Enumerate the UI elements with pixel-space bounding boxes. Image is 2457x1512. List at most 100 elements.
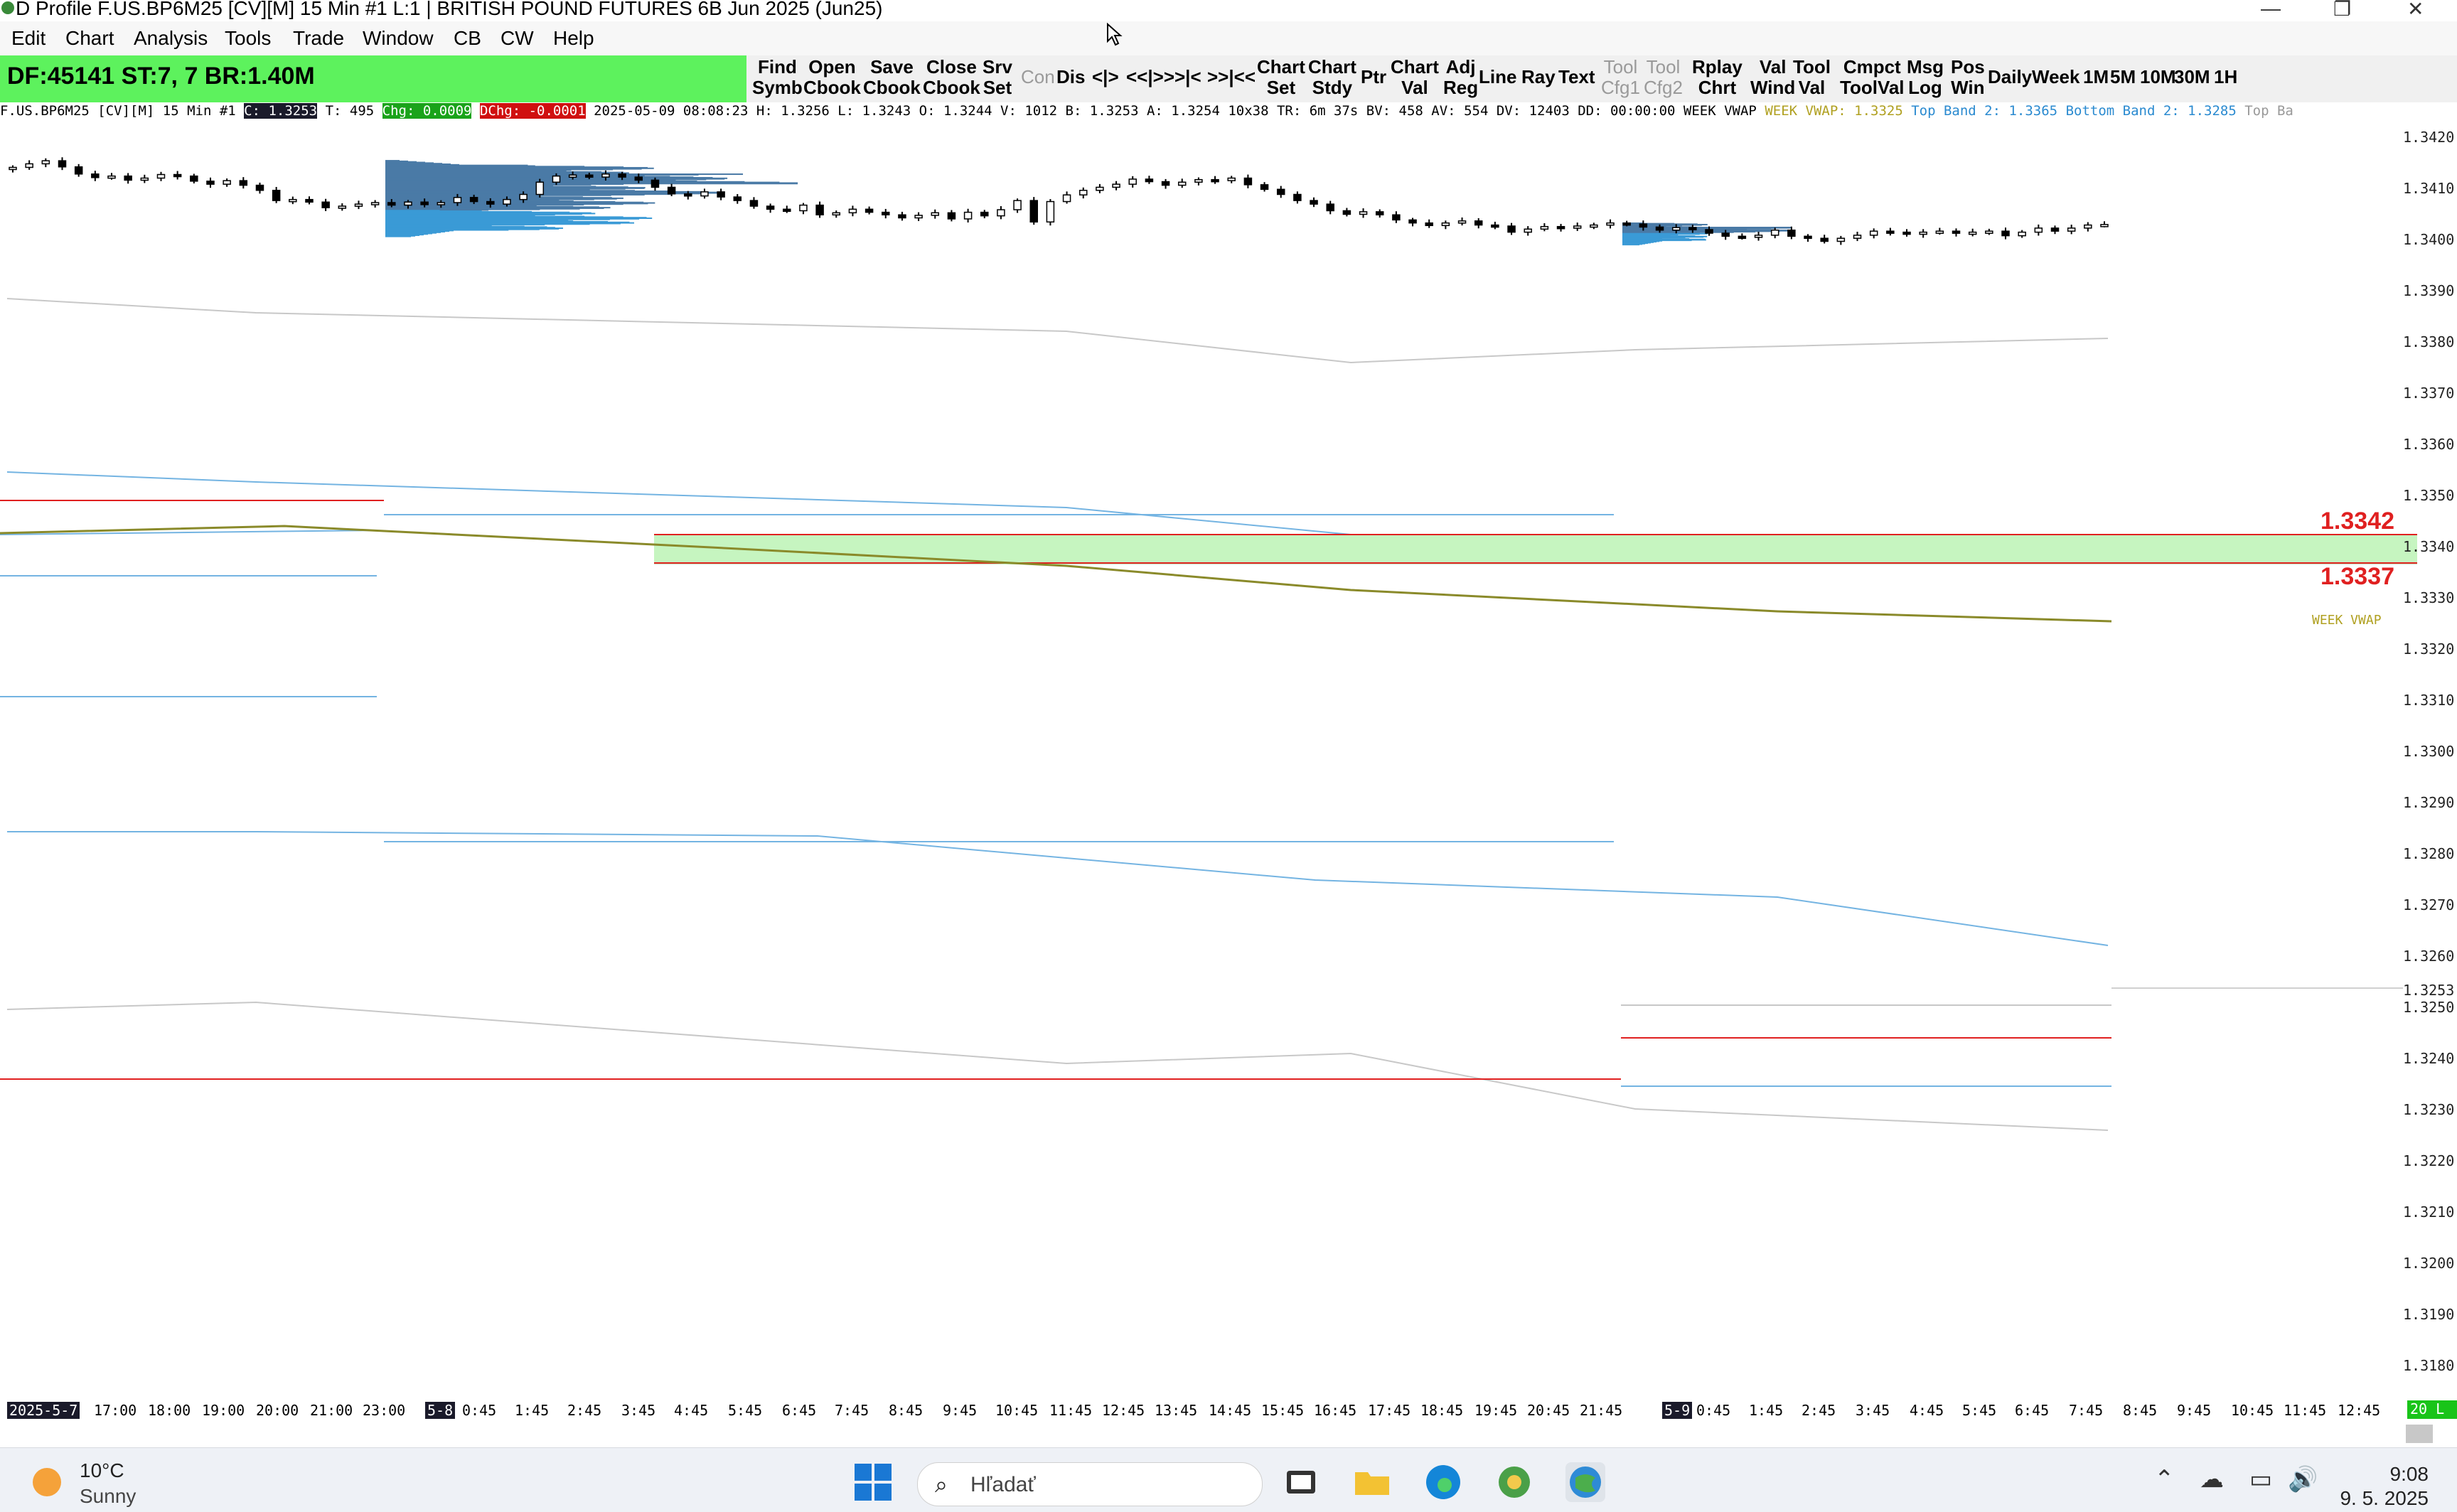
close-button[interactable]: ✕ [2407,0,2424,21]
menu-cb[interactable]: CB [454,27,481,50]
candle-bullish [1457,220,1467,224]
toolbar-button[interactable]: Chart Stdy [1308,57,1356,98]
menu-trade[interactable]: Trade [293,27,344,50]
time-label: 19:00 [202,1402,245,1419]
toolbar-button[interactable]: Rplay Chrt [1692,57,1743,98]
toolbar-button-label: 5M [2110,66,2136,87]
toolbar-button[interactable]: Open Cbook [803,57,861,98]
toolbar-button[interactable]: <|> [1092,67,1119,87]
time-label: 10:45 [2231,1402,2274,1419]
toolbar-button[interactable]: Daily [1988,67,2032,87]
candle-bearish [420,201,429,205]
toolbar-button-label: Reg [1443,77,1479,98]
window-title: D Profile F.US.BP6M25 [CV][M] 15 Min #1 … [16,0,883,19]
toolbar-button[interactable]: Srv Set [983,57,1012,98]
toolbar-button[interactable]: >>|<< [1207,67,1256,87]
toolbar-button[interactable]: Chart Set [1257,57,1305,98]
price-label: 1.3340 [2403,538,2454,555]
candle-bearish [1507,225,1516,233]
edge-browser-icon[interactable] [1423,1462,1463,1502]
task-view-icon[interactable] [1281,1462,1321,1502]
toolbar-button[interactable]: 1M [2083,67,2109,87]
mouse-cursor-icon [1107,23,1123,46]
toolbar-button[interactable]: Tool Cfg1 [1601,57,1640,98]
time-axis: 2025-5-7 17:00 18:00 19:00 20:00 21:00 23:00 5-… [0,1400,2457,1423]
menu-edit[interactable]: Edit [11,27,46,50]
toolbar-button[interactable]: Dis [1056,67,1085,87]
candle-bearish [486,200,495,205]
time-label: 2:45 [567,1402,602,1419]
file-explorer-icon[interactable] [1352,1462,1392,1502]
toolbar-button[interactable]: Text [1558,67,1595,87]
toolbar-button[interactable]: Cmpct ToolVal [1840,57,1905,98]
menu-tools[interactable]: Tools [225,27,271,50]
price-chart[interactable]: 1.3420 1.3410 1.3400 1.3390 1.3380 1.337… [0,121,2457,1400]
price-label: 1.3330 [2403,589,2454,606]
time-label: 9:45 [2177,1402,2212,1419]
cloud-icon[interactable]: ☁ [2200,1465,2224,1494]
time-label: 12:45 [2338,1402,2381,1419]
toolbar-button[interactable]: Ray [1521,67,1556,87]
toolbar-button[interactable]: 1H [2214,67,2237,87]
toolbar-button-label: Pos [1951,56,1985,77]
weather-temp[interactable]: 10°C [80,1459,124,1482]
toolbar-button[interactable]: Find Symb [752,57,803,98]
time-label: 1:45 [1749,1402,1784,1419]
minimize-button[interactable]: — [2261,0,2281,20]
toolbar-button[interactable]: 5M [2110,67,2136,87]
sierra-chart-icon[interactable] [1565,1462,1605,1502]
toolbar-button[interactable]: Week [2032,67,2079,87]
toolbar-button[interactable]: 10M [2140,67,2176,87]
candle-bearish [618,173,626,178]
toolbar-button[interactable]: Line [1479,67,1516,87]
candle-bearish [1804,235,1812,240]
toolbar-button-label: Chart [1391,56,1439,77]
windows-start-icon[interactable] [853,1462,893,1502]
toolbar-button[interactable]: Pos Win [1951,57,1985,98]
toolbar-button[interactable]: Close Cbook [923,57,980,98]
toolbar-button[interactable]: >|< [1174,67,1201,87]
weather-condition[interactable]: Sunny [80,1485,136,1508]
search-box[interactable]: ⌕ Hľadať [917,1462,1263,1506]
sun-icon[interactable] [33,1468,61,1496]
trading-app-icon[interactable] [1494,1462,1534,1502]
candle-bearish [2001,230,2010,237]
candle-bullish [848,208,857,214]
info-details: 2025-05-09 08:08:23 H: 1.3256 L: 1.3243 … [585,103,1765,119]
candle-bullish [914,215,923,219]
search-placeholder: Hľadať [970,1473,1036,1496]
candle-bearish [1326,203,1334,212]
menu-help[interactable]: Help [553,27,594,50]
volume-icon[interactable]: 🔊 [2288,1465,2318,1494]
chevron-up-icon[interactable]: ⌃ [2154,1465,2175,1494]
menu-analysis[interactable]: Analysis [134,27,208,50]
network-icon[interactable]: ▭ [2249,1465,2272,1494]
toolbar-button[interactable]: Tool Val [1793,57,1831,98]
toolbar-button-label: Win [1951,77,1985,98]
toolbar-button-label: Save [870,56,914,77]
time-label: 12:45 [1102,1402,1145,1419]
restore-button[interactable]: ❐ [2333,0,2351,21]
menu-cw[interactable]: CW [500,27,534,50]
time-label: 21:00 [310,1402,353,1419]
toolbar-button[interactable]: Val Wind [1750,57,1795,98]
menu-window[interactable]: Window [363,27,434,50]
toolbar-button-label: Wind [1750,77,1796,98]
candle-bullish [1112,183,1120,188]
toolbar-button[interactable]: Msg Log [1907,57,1944,98]
toolbar-button[interactable]: <<|>> [1126,67,1174,87]
scroll-thumb[interactable] [2406,1425,2433,1443]
bottom-band-2 [7,831,2109,946]
toolbar-button[interactable]: Tool Cfg2 [1644,57,1683,98]
toolbar-button[interactable]: Save Cbook [863,57,921,98]
candle-bearish [783,208,791,213]
toolbar-button[interactable]: 30M [2174,67,2210,87]
menu-chart[interactable]: Chart [65,27,114,50]
toolbar-button[interactable]: Chart Val [1391,57,1439,98]
toolbar-button[interactable]: Ptr [1361,67,1386,87]
toolbar-button-label: >>|<< [1207,66,1256,87]
time-label: 5:45 [728,1402,763,1419]
toolbar-button[interactable]: Con [1021,67,1055,87]
toolbar-button[interactable]: Adj Reg [1443,57,1478,98]
clock[interactable]: 9:08 9. 5. 2025 [2340,1462,2429,1511]
